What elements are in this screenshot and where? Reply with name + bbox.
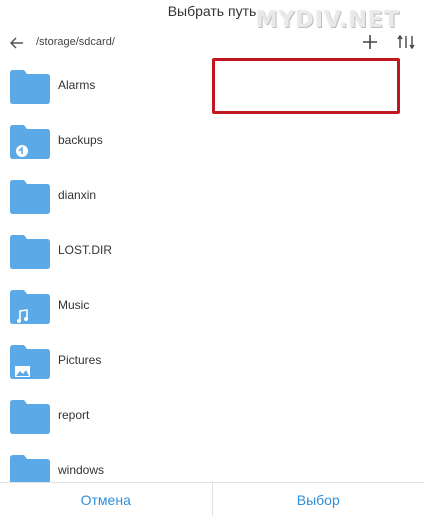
folder-item[interactable]: Ringtones xyxy=(212,388,424,443)
folder-icon xyxy=(10,70,50,104)
folder-item[interactable]: Podcasts xyxy=(212,333,424,388)
folder-label: windows xyxy=(58,463,105,477)
folder-icon xyxy=(10,235,50,269)
folder-icon xyxy=(10,455,50,482)
folder-label: report xyxy=(58,408,90,422)
folder-item[interactable]: Alarms xyxy=(0,58,212,113)
folder-item[interactable]: Movies xyxy=(212,223,424,278)
select-button[interactable]: Выбор xyxy=(211,483,424,516)
folder-item[interactable]: backups xyxy=(0,113,212,168)
path-bar: /storage/sdcard/ xyxy=(0,30,424,58)
folder-item[interactable]: windows xyxy=(0,443,212,482)
folder-item[interactable]: LOST.DIR xyxy=(0,223,212,278)
back-button[interactable] xyxy=(8,34,26,52)
folder-label: dianxin xyxy=(58,188,97,202)
folder-label: Pictures xyxy=(58,353,102,367)
folder-item[interactable]: Android xyxy=(212,58,424,113)
folder-icon xyxy=(10,400,50,434)
folder-item[interactable]: report xyxy=(0,388,212,443)
folder-label: backups xyxy=(58,133,103,147)
folder-item[interactable]: Notifications xyxy=(212,278,424,333)
sort-button[interactable] xyxy=(396,32,416,52)
bottom-bar: Отмена Выбор xyxy=(0,482,424,516)
folder-item[interactable]: Download xyxy=(212,168,424,223)
folder-label: LOST.DIR xyxy=(58,243,113,257)
cancel-button[interactable]: Отмена xyxy=(0,483,212,516)
sort-icon xyxy=(397,34,415,50)
folder-item[interactable]: DCIM xyxy=(212,113,424,168)
plus-icon xyxy=(363,35,377,49)
music-folder-icon xyxy=(10,290,50,324)
arrow-left-icon xyxy=(10,37,23,49)
folder-icon xyxy=(10,180,50,214)
picture-folder-icon xyxy=(10,345,50,379)
backup-folder-icon xyxy=(10,125,50,159)
folder-item[interactable]: dianxin xyxy=(0,168,212,223)
add-folder-button[interactable] xyxy=(360,32,380,52)
folder-label: Alarms xyxy=(58,78,96,92)
current-path: /storage/sdcard/ xyxy=(36,36,115,48)
folder-item[interactable]: Pictures xyxy=(0,333,212,388)
folder-label: Music xyxy=(58,298,90,312)
folder-item[interactable]: Music xyxy=(0,278,212,333)
folder-grid: Alarms Android backups DCIM dianxin Download L… xyxy=(0,58,424,482)
